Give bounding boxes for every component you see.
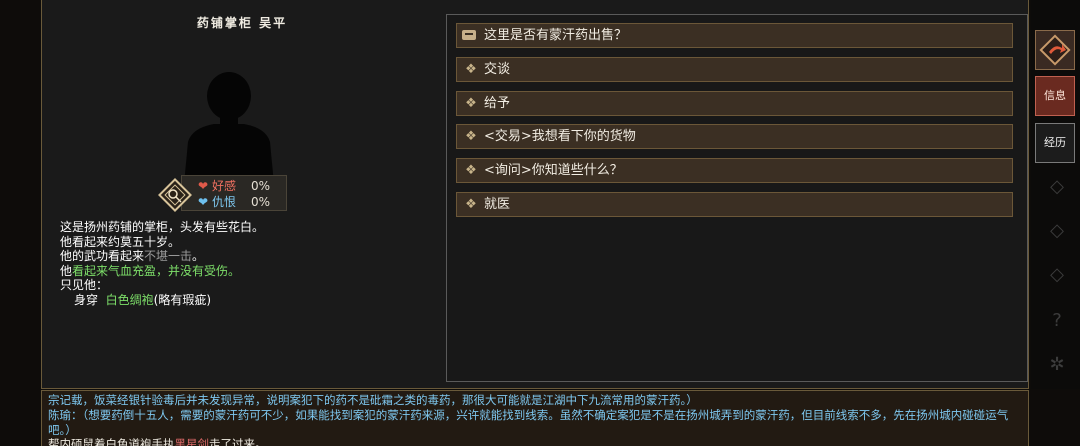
dialog-options-panel: 这里是否有蒙汗药出售？ ❖ 交谈 ❖ 给予 ❖ <交易>我想看下你的货物 ❖ <… <box>446 14 1028 382</box>
desc-line: 他的武功看起来不堪一击。 <box>60 249 264 264</box>
weapon-name: 黑星剑 <box>174 437 210 446</box>
log-line: 宗记载，饭菜经银针验毒后并未发现异常，说明案犯下的药不是砒霜之类的毒药，那很大可… <box>48 393 698 407</box>
hate-row: ❤ 仇恨 0% <box>198 194 270 210</box>
option-give[interactable]: ❖ 给予 <box>456 91 1013 116</box>
health-status: 看起来气血充盈，并没有受伤。 <box>72 263 241 278</box>
desc-text: 他的武功看起来 <box>60 249 145 264</box>
relation-box: ❤ 好感 0% ❤ 仇恨 0% <box>181 175 287 211</box>
diamond-icon: ❖ <box>465 197 477 212</box>
npc-portrait <box>184 72 274 184</box>
option-label: <交易>我想看下你的货物 <box>484 129 636 144</box>
relation-emblem-icon <box>158 178 192 212</box>
desc-line: 这是扬州药铺的掌柜，头发有些花白。 <box>60 220 265 234</box>
help-icon: ? <box>1052 310 1062 331</box>
diamond-icon: ❖ <box>465 163 477 178</box>
option-label: <询问>你知道些什么？ <box>484 163 623 178</box>
disabled-tab-icon: ◇ <box>1050 176 1064 197</box>
log-line: 陈瑜：（想要药倒十五人，需要的蒙汗药可不少，如果能找到案犯的蒙汗药来源，兴许就能… <box>48 408 1009 437</box>
log-text: 走了过来。 <box>209 437 267 446</box>
hate-value: 0% <box>251 195 271 209</box>
settings-icon: ✲ <box>1049 354 1065 375</box>
wear-note: (略有瑕疵) <box>153 292 212 307</box>
option-label: 给予 <box>484 96 511 111</box>
diamond-icon: ❖ <box>465 129 477 144</box>
option-label: 这里是否有蒙汗药出售？ <box>484 28 628 43</box>
heart-red-icon: ❤ <box>198 179 209 193</box>
option-talk[interactable]: ❖ 交谈 <box>456 57 1013 82</box>
diamond-icon: ❖ <box>465 96 477 111</box>
favor-row: ❤ 好感 0% <box>198 178 270 194</box>
disabled-tab-icon: ◇ <box>1050 220 1064 241</box>
wear-item-link[interactable]: 白色绸袍 <box>106 293 154 307</box>
diamond-icon: ❖ <box>465 62 477 77</box>
option-label: 交谈 <box>484 62 511 77</box>
favor-label: 好感 <box>212 179 237 193</box>
desc-line: 他看起来约莫五十岁。 <box>60 234 181 249</box>
heart-blue-icon: ❤ <box>198 195 209 209</box>
npc-title: 药铺掌柜 吴平 <box>196 16 288 30</box>
favor-value: 0% <box>251 179 271 193</box>
desc-line: 他看起来气血充盈，并没有受伤。 <box>60 264 264 279</box>
wear-label: 身穿 <box>74 292 99 307</box>
tab-history[interactable]: 经历 <box>1035 123 1075 163</box>
desc-text: 他 <box>60 263 73 278</box>
hate-label: 仇恨 <box>212 195 237 209</box>
shop-icon <box>462 30 476 40</box>
option-heal[interactable]: ❖ 就医 <box>456 192 1013 217</box>
return-button[interactable] <box>1035 30 1075 70</box>
tab-info[interactable]: 信息 <box>1035 76 1075 116</box>
option-label: 就医 <box>484 197 511 212</box>
desc-line: 只见他： <box>60 278 109 293</box>
log-line: 帮内硕鼠着白色道袍手执黑星剑走了过来。 <box>48 437 1024 446</box>
log-text: 帮内硕鼠着白色道袍手执 <box>48 437 175 446</box>
desc-text: 。 <box>192 249 205 264</box>
message-log: 宗记载，饭菜经银针验毒后并未发现异常，说明案犯下的药不是砒霜之类的毒药，那很大可… <box>41 390 1029 446</box>
option-trade[interactable]: ❖ <交易>我想看下你的货物 <box>456 124 1013 149</box>
equipment-line: 身穿 白色绸袍(略有瑕疵) <box>60 293 264 308</box>
npc-description: 这是扬州药铺的掌柜，头发有些花白。 他看起来约莫五十岁。 他的武功看起来不堪一击… <box>60 220 264 308</box>
return-arrow-icon <box>1039 34 1071 66</box>
martial-rating: 不堪一击 <box>144 249 193 264</box>
option-buy-drug[interactable]: 这里是否有蒙汗药出售？ <box>456 23 1013 48</box>
disabled-tab-icon: ◇ <box>1050 264 1064 285</box>
option-ask[interactable]: ❖ <询问>你知道些什么？ <box>456 158 1013 183</box>
